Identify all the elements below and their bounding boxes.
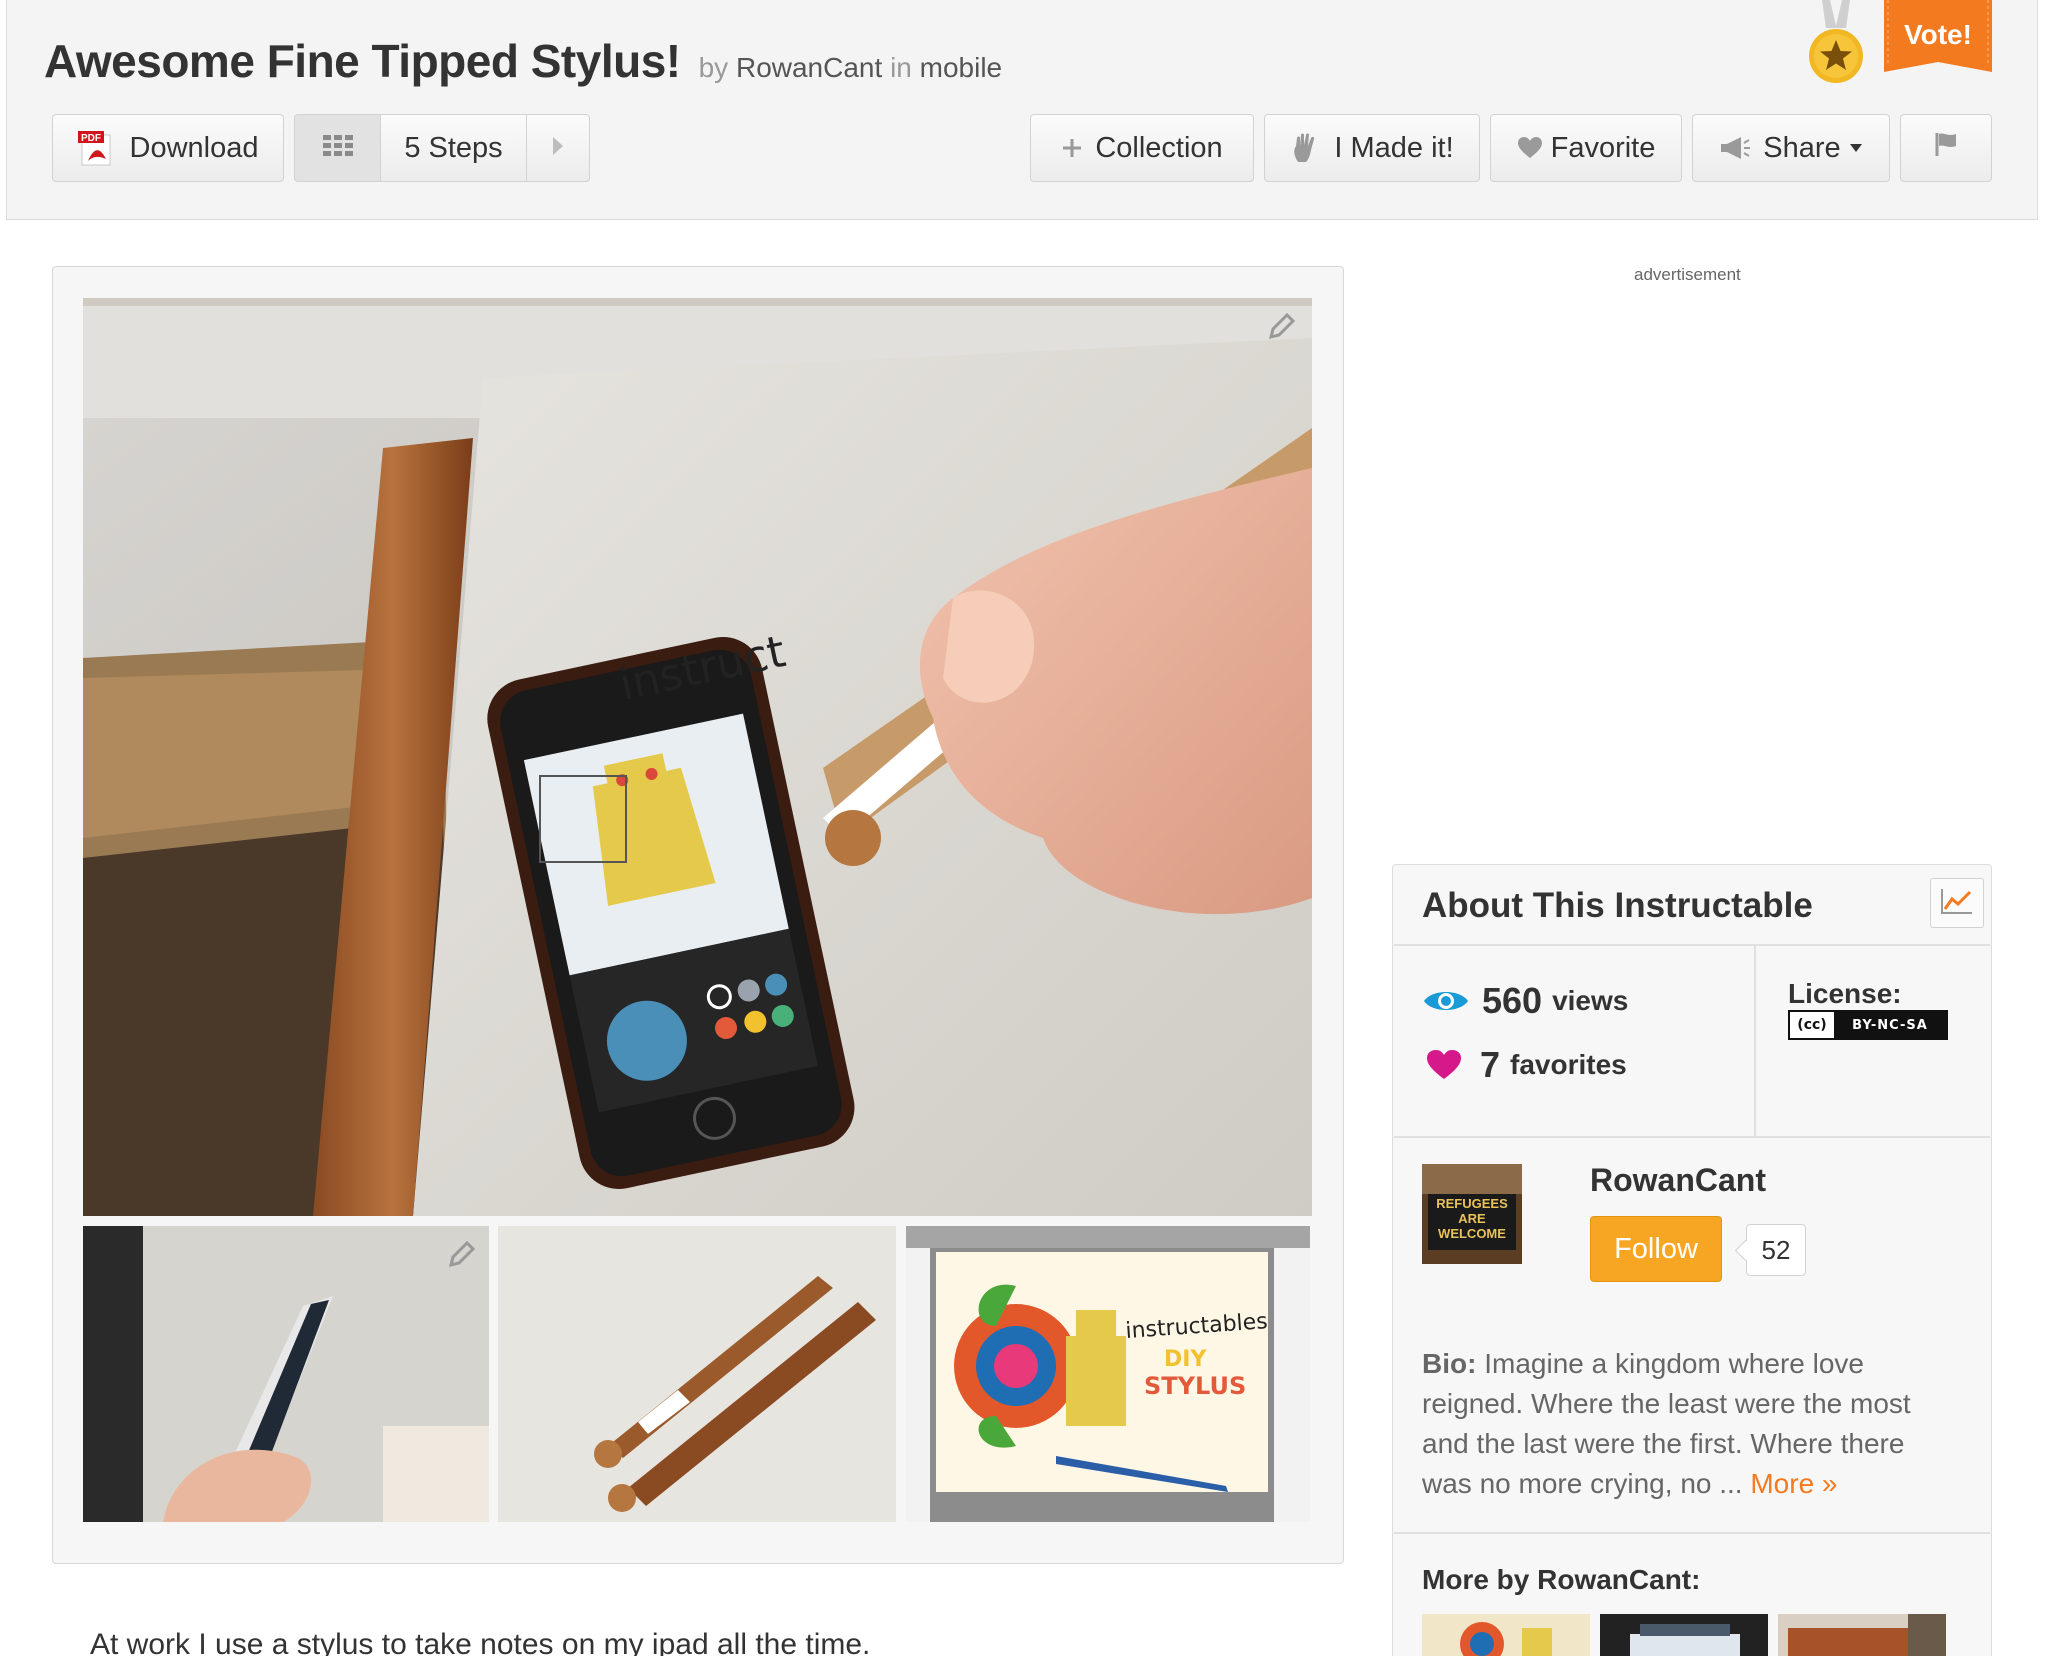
steps-navigator: 5 Steps — [294, 114, 590, 182]
steps-label: 5 Steps — [404, 131, 503, 164]
license-code: BY-NC-SA — [1852, 1017, 1928, 1033]
bio-label: Bio: — [1422, 1348, 1477, 1379]
more-by-thumb-1[interactable] — [1422, 1614, 1590, 1656]
views-count: 560 — [1482, 980, 1543, 1021]
cc-icon: (cc) — [1790, 1012, 1834, 1038]
heart-icon — [1517, 136, 1543, 160]
thumb3-text-stylus: STYLUS — [1144, 1372, 1246, 1400]
about-title: About This Instructable — [1422, 886, 1813, 925]
bio-more-link[interactable]: More » — [1750, 1468, 1837, 1499]
i-made-it-button[interactable]: I Made it! — [1264, 114, 1480, 182]
favorites-count: 7 — [1480, 1044, 1501, 1085]
edit-pencil-icon[interactable] — [1260, 304, 1304, 348]
download-button[interactable]: PDF Download — [52, 114, 284, 182]
license-label: License: — [1788, 978, 1902, 1009]
about-divider-vertical — [1754, 946, 1756, 1136]
thumbnail-1[interactable] — [83, 1226, 489, 1522]
add-to-collection-button[interactable]: Collection — [1030, 114, 1254, 182]
flag-button[interactable] — [1900, 114, 1992, 182]
in-text: in — [890, 52, 912, 83]
i-made-it-label: I Made it! — [1334, 131, 1454, 164]
follow-button[interactable]: Follow — [1590, 1216, 1722, 1282]
sidebar-author-name[interactable]: RowanCant — [1590, 1162, 1766, 1199]
vote-button[interactable]: Vote! — [1884, 0, 1992, 80]
views-label: views — [1552, 985, 1629, 1016]
chart-line-icon — [1940, 887, 1974, 920]
steps-dropdown[interactable]: 5 Steps — [381, 115, 527, 181]
page-header — [6, 0, 2038, 220]
megaphone-icon — [1719, 135, 1751, 161]
plus-icon — [1061, 137, 1083, 159]
pdf-badge-text: PDF — [81, 133, 101, 144]
favorites-label: favorites — [1510, 1049, 1627, 1080]
hand-icon — [1290, 132, 1322, 164]
license-badge[interactable]: (cc) BY-NC-SA — [1788, 1010, 1948, 1040]
caret-down-icon — [1849, 143, 1863, 153]
about-divider-bottom — [1394, 1532, 1990, 1534]
share-button[interactable]: Share — [1692, 114, 1890, 182]
main-photo[interactable]: instruct — [83, 298, 1312, 1216]
intro-paragraph: At work I use a stylus to take notes on … — [90, 1628, 871, 1656]
thumbnail-2[interactable] — [498, 1226, 896, 1522]
category-link[interactable]: mobile — [920, 52, 1002, 83]
follower-count: 52 — [1746, 1224, 1806, 1276]
avatar-sign-text: REFUGEES ARE WELCOME — [1436, 1196, 1508, 1241]
by-text: by — [698, 52, 729, 83]
thumbnail-edit-icon[interactable] — [440, 1232, 484, 1276]
byline: by RowanCant in mobile — [699, 52, 1003, 84]
stats-button[interactable] — [1930, 878, 1984, 928]
favorite-label: Favorite — [1550, 131, 1656, 164]
title-row: Awesome Fine Tipped Stylus! by RowanCant… — [44, 34, 1002, 88]
flag-icon — [1934, 131, 1958, 165]
thumbnail-3[interactable]: instructables DIY STYLUS — [906, 1226, 1310, 1522]
chevron-right-icon — [551, 135, 565, 162]
eye-icon — [1422, 986, 1470, 1016]
grid-view-button[interactable] — [295, 115, 381, 181]
pdf-icon: PDF — [77, 129, 118, 167]
author-bio: Bio: Imagine a kingdom where love reigne… — [1422, 1344, 1942, 1504]
follower-count-value: 52 — [1761, 1234, 1791, 1265]
more-by-thumb-2[interactable] — [1600, 1614, 1768, 1656]
author-link[interactable]: RowanCant — [736, 52, 882, 83]
about-divider-top — [1394, 944, 1990, 946]
favorites-stat: 7 favorites — [1426, 1044, 1627, 1086]
share-label: Share — [1763, 131, 1841, 164]
more-by-heading: More by RowanCant: — [1422, 1564, 1701, 1595]
author-avatar[interactable]: REFUGEES ARE WELCOME — [1422, 1164, 1522, 1264]
favorite-button[interactable]: Favorite — [1490, 114, 1682, 182]
next-step-button[interactable] — [527, 115, 589, 181]
advertisement-label: advertisement — [1634, 265, 1741, 284]
favorite-heart-icon — [1426, 1049, 1462, 1081]
about-divider-mid — [1394, 1136, 1990, 1138]
featured-medal-icon — [1806, 0, 1866, 84]
vote-label: Vote! — [1904, 19, 1972, 50]
thumb3-text-diy: DIY — [1164, 1347, 1207, 1372]
more-by-thumb-3[interactable] — [1778, 1614, 1946, 1656]
download-label: Download — [129, 131, 259, 164]
grid-icon — [322, 134, 353, 162]
collection-label: Collection — [1095, 131, 1223, 164]
views-stat: 560 views — [1422, 980, 1628, 1022]
page-title: Awesome Fine Tipped Stylus! — [44, 35, 681, 87]
